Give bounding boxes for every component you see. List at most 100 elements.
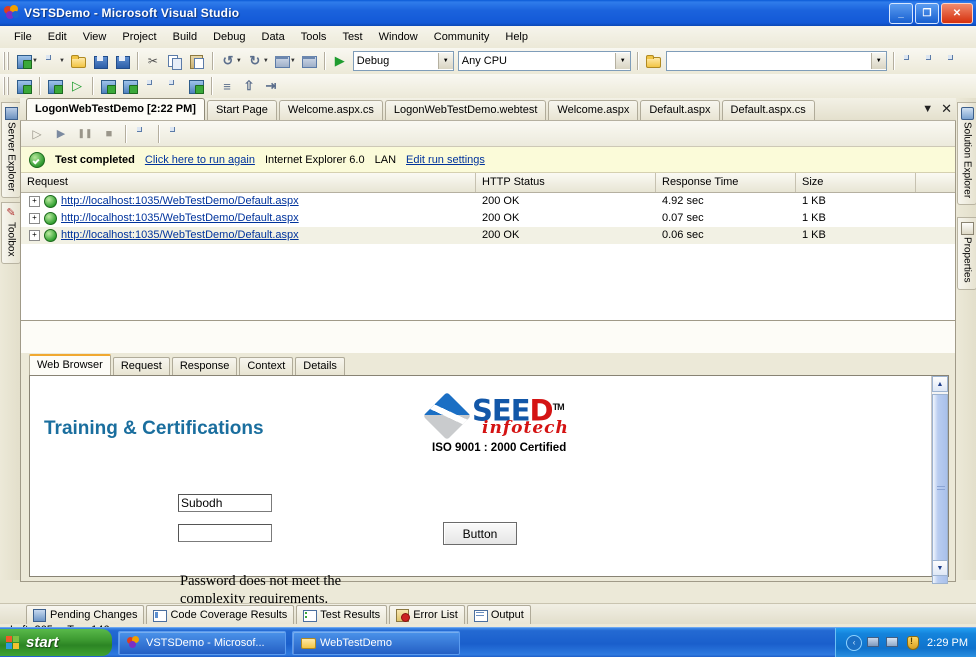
close-icon[interactable]: ✕ (941, 101, 952, 117)
dock-tab-server-explorer[interactable]: Server Explorer (1, 102, 21, 199)
tab-logonwebtestdemo[interactable]: LogonWebTestDemo [2:22 PM] (26, 98, 205, 120)
redo-icon[interactable]: ↻ (244, 51, 266, 72)
open-file-icon[interactable] (67, 51, 89, 72)
tab-response[interactable]: Response (171, 357, 238, 375)
table-row[interactable]: + http://localhost:1035/WebTestDemo/Defa… (21, 193, 955, 210)
undo-icon[interactable]: ↺ (217, 51, 239, 72)
tray-expand-icon[interactable]: ‹ (846, 634, 863, 651)
menu-community[interactable]: Community (426, 29, 498, 45)
add-data-source-icon[interactable] (97, 76, 119, 97)
navigate-forward-icon[interactable] (298, 51, 320, 72)
column-header-request[interactable]: Request (21, 173, 476, 192)
edit-run-settings-button[interactable] (130, 123, 154, 144)
tab-web-browser[interactable]: Web Browser (29, 354, 111, 375)
start-button[interactable]: start (0, 629, 112, 656)
tab-output[interactable]: Output (466, 604, 531, 624)
request-url[interactable]: http://localhost:1035/WebTestDemo/Defaul… (61, 210, 299, 227)
scroll-up-button[interactable]: ▲ (932, 376, 948, 392)
tab-default-aspx[interactable]: Default.aspx (640, 100, 720, 120)
stop-button[interactable]: ■ (97, 123, 121, 144)
browser-scrollbar[interactable]: ▲ ▼ (931, 376, 948, 584)
menu-test[interactable]: Test (334, 29, 370, 45)
column-header-size[interactable]: Size (796, 173, 916, 192)
record-icon[interactable] (44, 76, 66, 97)
add-new-item-icon[interactable] (40, 51, 62, 72)
tab-logonwebtestdemo-webtest[interactable]: LogonWebTestDemo.webtest (384, 100, 547, 120)
menu-project[interactable]: Project (114, 29, 164, 45)
tab-code-coverage-results[interactable]: Code Coverage Results (146, 604, 295, 624)
uncomment-icon[interactable] (920, 51, 942, 72)
tab-welcome-aspx[interactable]: Welcome.aspx (548, 100, 639, 120)
menu-window[interactable]: Window (371, 29, 426, 45)
menu-data[interactable]: Data (254, 29, 293, 45)
add-validation-icon[interactable] (141, 76, 163, 97)
maximize-button[interactable]: ❐ (915, 3, 939, 24)
save-icon[interactable] (89, 51, 111, 72)
navigate-backward-icon[interactable] (271, 51, 293, 72)
comment-icon[interactable] (898, 51, 920, 72)
toolbar-options-icon[interactable] (942, 51, 964, 72)
menu-edit[interactable]: Edit (40, 29, 75, 45)
find-combo[interactable]: ▼ (665, 51, 887, 71)
dock-tab-properties[interactable]: Properties (957, 217, 976, 290)
tab-welcome-aspx-cs[interactable]: Welcome.aspx.cs (278, 100, 383, 120)
expand-icon[interactable]: + (29, 230, 40, 241)
tab-details[interactable]: Details (295, 357, 345, 375)
scroll-down-button[interactable]: ▼ (932, 560, 948, 576)
tab-pending-changes[interactable]: Pending Changes (26, 604, 145, 624)
username-input[interactable] (178, 494, 272, 512)
move-down-icon[interactable]: ⇧ (238, 76, 260, 97)
tab-error-list[interactable]: Error List (389, 604, 465, 624)
expand-icon[interactable]: + (29, 196, 40, 207)
add-extraction-icon[interactable] (163, 76, 185, 97)
pause-button[interactable]: ❚❚ (73, 123, 97, 144)
start-debugging-icon[interactable]: ▶ (329, 51, 351, 72)
password-input[interactable] (178, 524, 272, 542)
close-button[interactable]: ✕ (941, 3, 973, 24)
save-all-icon[interactable] (111, 51, 133, 72)
new-project-icon[interactable] (13, 51, 35, 72)
edit-run-settings-link[interactable]: Edit run settings (406, 154, 485, 166)
dock-tab-solution-explorer[interactable]: Solution Explorer (957, 102, 976, 206)
security-alert-icon[interactable] (905, 635, 920, 650)
tab-start-page[interactable]: Start Page (206, 100, 277, 120)
menu-help[interactable]: Help (497, 29, 536, 45)
request-url[interactable]: http://localhost:1035/WebTestDemo/Defaul… (61, 193, 299, 210)
insert-request-icon[interactable]: ▷ (66, 76, 88, 97)
run-history-button[interactable] (163, 123, 187, 144)
table-row[interactable]: + http://localhost:1035/WebTestDemo/Defa… (21, 210, 955, 227)
solution-configuration-combo[interactable]: Debug ▼ (352, 51, 454, 71)
column-header-response-time[interactable]: Response Time (656, 173, 796, 192)
run-test-with-options-button[interactable]: ▶ (49, 123, 73, 144)
taskbar-item-webtestdemo[interactable]: WebTestDemo (292, 630, 460, 655)
toolbar-grip[interactable] (3, 52, 10, 70)
request-url[interactable]: http://localhost:1035/WebTestDemo/Defaul… (61, 227, 299, 244)
chevron-down-icon[interactable]: ▼ (437, 53, 453, 69)
submit-button[interactable]: Button (443, 522, 517, 545)
clock[interactable]: 2:29 PM (927, 637, 968, 649)
tab-default-aspx-cs[interactable]: Default.aspx.cs (721, 100, 815, 120)
cut-icon[interactable]: ✂ (142, 51, 164, 72)
solution-platform-combo[interactable]: Any CPU ▼ (457, 51, 631, 71)
network-activity-icon[interactable] (886, 636, 900, 650)
expand-icon[interactable]: + (29, 213, 40, 224)
tab-context[interactable]: Context (239, 357, 294, 375)
menu-debug[interactable]: Debug (205, 29, 253, 45)
move-up-icon[interactable]: ≡ (216, 76, 238, 97)
add-transaction-icon[interactable] (185, 76, 207, 97)
column-header-http-status[interactable]: HTTP Status (476, 173, 656, 192)
add-loop-icon[interactable] (119, 76, 141, 97)
chevron-down-icon[interactable]: ▼ (614, 53, 630, 69)
toolbar-grip[interactable] (3, 77, 10, 95)
tab-test-results[interactable]: Test Results (296, 604, 388, 624)
table-row[interactable]: + http://localhost:1035/WebTestDemo/Defa… (21, 227, 955, 244)
paste-icon[interactable] (186, 51, 208, 72)
taskbar-item-vstsdemo[interactable]: VSTSDemo - Microsof... (118, 630, 286, 655)
chevron-down-icon[interactable]: ▼ (870, 53, 886, 69)
menu-tools[interactable]: Tools (293, 29, 335, 45)
copy-icon[interactable] (164, 51, 186, 72)
network-icon[interactable] (867, 636, 881, 650)
run-test-button[interactable]: ▷ (25, 123, 49, 144)
indent-icon[interactable]: ⇥ (260, 76, 282, 97)
scrollbar-thumb[interactable] (932, 394, 948, 584)
